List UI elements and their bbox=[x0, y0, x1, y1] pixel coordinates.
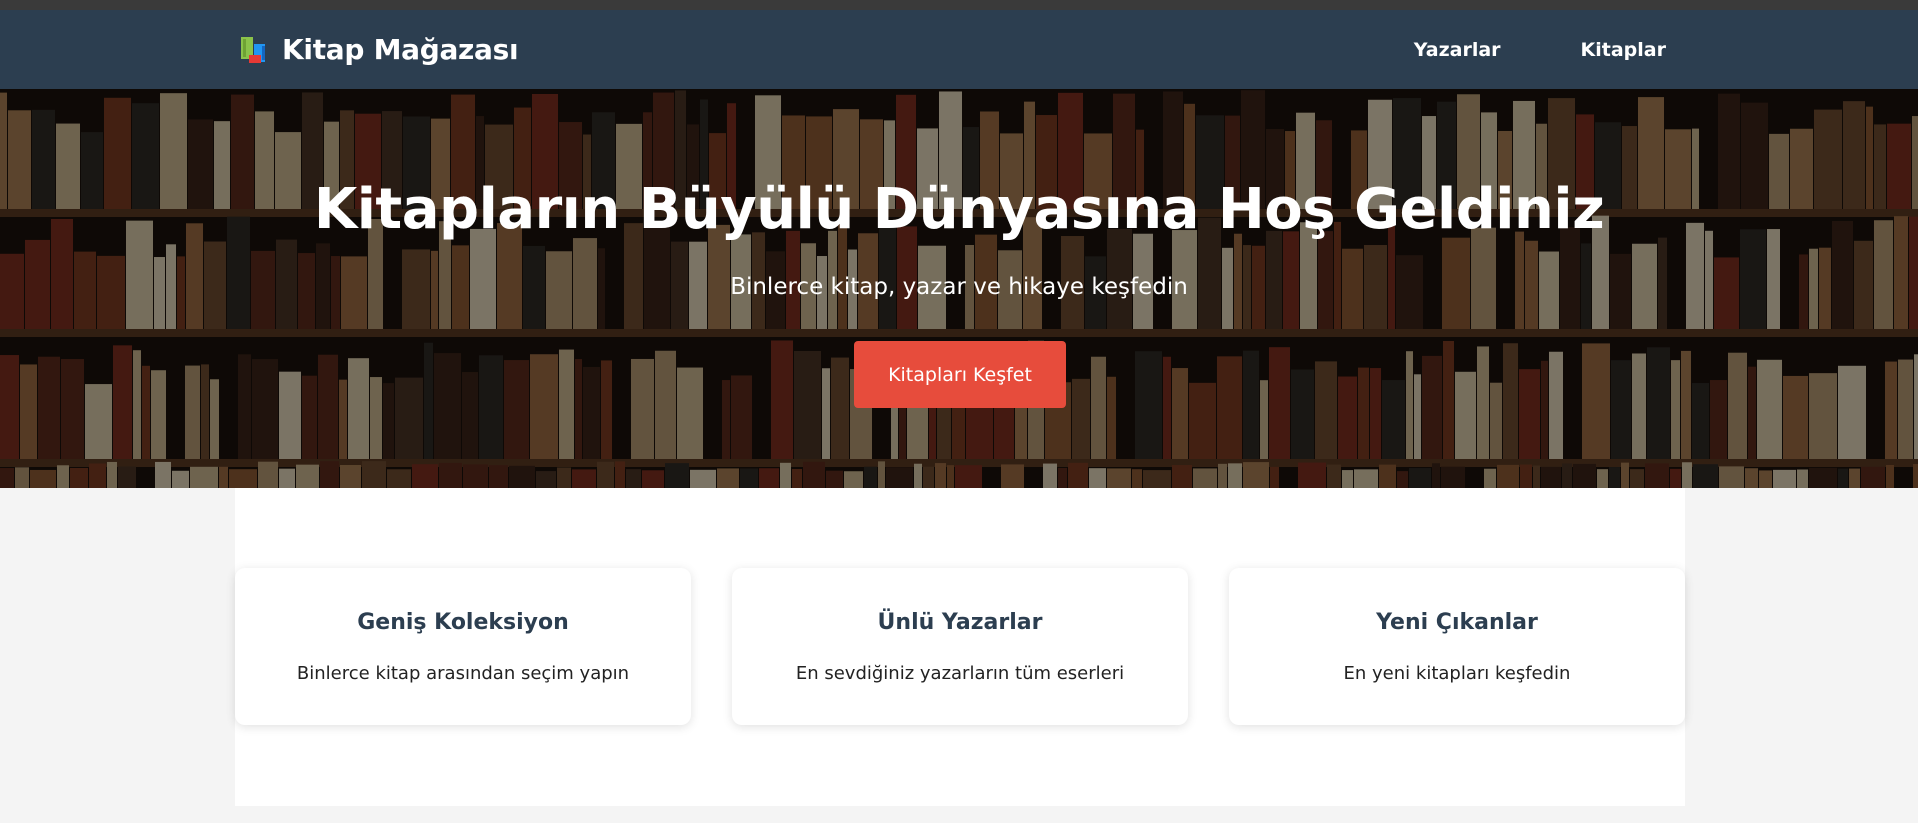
features-section: Geniş Koleksiyon Binlerce kitap arasında… bbox=[235, 488, 1685, 806]
hero-title: Kitapların Büyülü Dünyasına Hoş Geldiniz bbox=[313, 177, 1605, 242]
nav-link-authors[interactable]: Yazarlar bbox=[1414, 39, 1501, 61]
hero-section: Kitapların Büyülü Dünyasına Hoş Geldiniz… bbox=[0, 89, 1918, 488]
books-icon bbox=[241, 36, 265, 63]
hero-content: Kitapların Büyülü Dünyasına Hoş Geldiniz… bbox=[0, 89, 1918, 488]
brand-name: Kitap Mağazası bbox=[282, 33, 519, 66]
browser-top-strip bbox=[0, 0, 1918, 10]
explore-books-button[interactable]: Kitapları Keşfet bbox=[854, 341, 1066, 408]
navbar: Kitap Mağazası Yazarlar Kitaplar bbox=[0, 10, 1918, 89]
feature-title: Ünlü Yazarlar bbox=[877, 610, 1043, 635]
feature-description: Binlerce kitap arasından seçim yapın bbox=[296, 663, 630, 684]
feature-card-collection: Geniş Koleksiyon Binlerce kitap arasında… bbox=[235, 568, 691, 725]
feature-description: En yeni kitapları keşfedin bbox=[1343, 663, 1571, 684]
feature-title: Geniş Koleksiyon bbox=[357, 610, 569, 635]
brand-link[interactable]: Kitap Mağazası bbox=[240, 10, 519, 89]
feature-description: En sevdiğiniz yazarların tüm eserleri bbox=[795, 663, 1125, 684]
nav-link-books[interactable]: Kitaplar bbox=[1581, 39, 1666, 61]
main-nav: Yazarlar Kitaplar bbox=[1414, 10, 1666, 89]
feature-card-authors: Ünlü Yazarlar En sevdiğiniz yazarların t… bbox=[732, 568, 1188, 725]
feature-card-new-releases: Yeni Çıkanlar En yeni kitapları keşfedin bbox=[1229, 568, 1685, 725]
hero-subtitle: Binlerce kitap, yazar ve hikaye keşfedin bbox=[730, 274, 1188, 300]
feature-title: Yeni Çıkanlar bbox=[1376, 610, 1538, 635]
